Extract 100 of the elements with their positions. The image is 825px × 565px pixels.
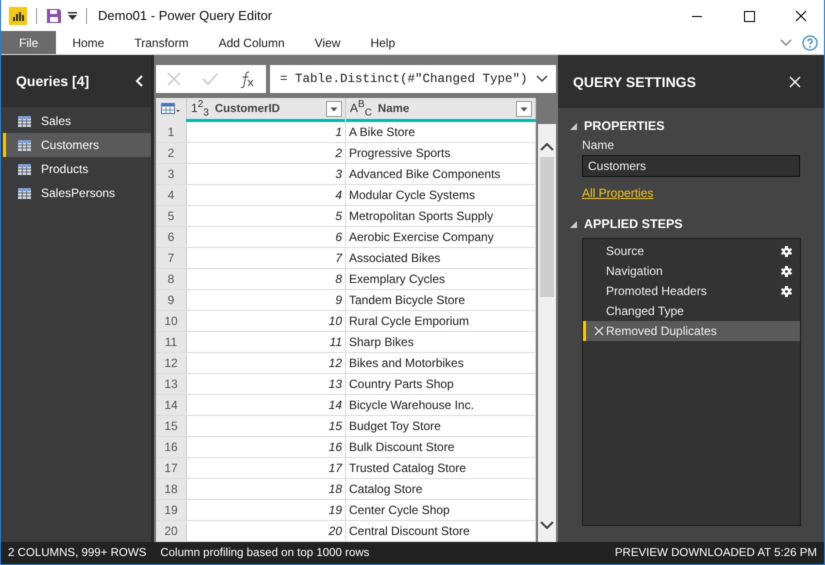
status-text: Column profiling based on top 1000 rows	[160, 547, 370, 559]
row-number: 5	[156, 206, 187, 226]
menu-tab[interactable]: Help	[356, 31, 410, 54]
table-cell: Metropolitan Sports Supply	[346, 206, 536, 226]
name-field[interactable]: Customers	[582, 155, 800, 177]
table-cell: 5	[187, 206, 346, 226]
window-title: Demo01 - Power Query Editor	[98, 8, 272, 23]
step-item[interactable]: Source	[583, 241, 800, 261]
row-number: 11	[156, 332, 187, 352]
table-cell: 15	[187, 416, 346, 436]
step-item[interactable]: Changed Type	[583, 301, 800, 321]
table-cell: Budget Toy Store	[346, 416, 536, 436]
step-item[interactable]: Navigation	[583, 261, 800, 281]
row-number: 1	[156, 122, 187, 142]
table-icon	[18, 188, 31, 198]
menu-tab[interactable]: View	[300, 31, 354, 54]
filter-dropdown-icon[interactable]	[516, 100, 532, 116]
field-label: Name	[582, 138, 614, 152]
collapse-triangle-icon[interactable]	[570, 122, 577, 130]
table-cell: 4	[187, 185, 346, 205]
query-item[interactable]: Customers	[3, 133, 151, 157]
row-number: 8	[156, 269, 187, 289]
table-icon	[161, 103, 181, 114]
step-item[interactable]: Removed Duplicates	[583, 321, 800, 341]
row-number: 17	[156, 458, 187, 478]
table-cell: Trusted Catalog Store	[346, 458, 536, 478]
formula-field[interactable]: = Table.Distinct(#"Changed Type")	[270, 65, 556, 93]
scroll-up-icon[interactable]	[540, 142, 554, 151]
chevron-down-icon[interactable]	[536, 75, 548, 83]
row-number: 20	[156, 521, 187, 541]
delete-icon[interactable]	[594, 326, 604, 336]
filter-dropdown-icon[interactable]	[326, 100, 342, 116]
row-number: 10	[156, 311, 187, 331]
check-icon[interactable]	[202, 73, 218, 85]
row-number: 12	[156, 353, 187, 373]
query-item[interactable]: SalesPersons	[3, 181, 151, 205]
table-cell: Bulk Discount Store	[346, 437, 536, 457]
scroll-down-icon[interactable]	[540, 521, 554, 530]
step-item[interactable]: Promoted Headers	[583, 281, 800, 301]
row-number: 9	[156, 290, 187, 310]
row-number: 6	[156, 227, 187, 247]
all-properties-link[interactable]: All Properties	[582, 186, 654, 200]
menu-tab[interactable]: Add Column	[204, 31, 299, 54]
query-item[interactable]: Sales	[3, 109, 151, 133]
table-cell: Tandem Bicycle Store	[346, 290, 536, 310]
close-icon[interactable]	[789, 76, 801, 88]
table-cell: Bikes and Motorbikes	[346, 353, 536, 373]
collapse-triangle-icon[interactable]	[570, 220, 577, 228]
table-cell: 1	[187, 122, 346, 142]
menu-tab[interactable]: File	[1, 31, 56, 54]
table-icon	[18, 164, 31, 174]
table-cell: 10	[187, 311, 346, 331]
table-cell: Sharp Bikes	[346, 332, 536, 352]
row-number: 16	[156, 437, 187, 457]
table-cell: Associated Bikes	[346, 248, 536, 268]
table-cell: A Bike Store	[346, 122, 536, 142]
table-cell: Country Parts Shop	[346, 374, 536, 394]
table-icon	[18, 116, 31, 126]
table-cell: 14	[187, 395, 346, 415]
collapse-chevron-icon[interactable]	[135, 75, 143, 87]
table-cell: Center Cycle Shop	[346, 500, 536, 520]
row-number: 2	[156, 143, 187, 163]
status-text: 2 COLUMNS, 999+ ROWS	[8, 547, 146, 559]
table-cell: 19	[187, 500, 346, 520]
menu-tab[interactable]: Home	[58, 31, 118, 54]
query-item[interactable]: Products	[3, 157, 151, 181]
table-cell: 20	[187, 521, 346, 541]
gear-icon[interactable]	[781, 286, 792, 296]
table-cell: 9	[187, 290, 346, 310]
save-icon[interactable]	[46, 8, 62, 24]
table-cell: 13	[187, 374, 346, 394]
row-number: 7	[156, 248, 187, 268]
queries-title: Queries [4]	[16, 73, 90, 89]
dropdown-caret-icon[interactable]	[68, 12, 77, 20]
table-cell: Modular Cycle Systems	[346, 185, 536, 205]
section-heading: PROPERTIES	[584, 119, 665, 133]
menu-tab[interactable]: Transform	[120, 31, 203, 54]
table-cell: 17	[187, 458, 346, 478]
scrollbar[interactable]	[538, 124, 556, 544]
row-number: 13	[156, 374, 187, 394]
table-cell: Progressive Sports	[346, 143, 536, 163]
status-text: PREVIEW DOWNLOADED AT 5:26 PM	[614, 547, 817, 559]
table-cell: Catalog Store	[346, 479, 536, 499]
gear-icon[interactable]	[781, 246, 792, 256]
row-number: 19	[156, 500, 187, 520]
row-number: 4	[156, 185, 187, 205]
help-icon[interactable]	[802, 34, 818, 50]
table-cell: 18	[187, 479, 346, 499]
table-icon	[18, 140, 31, 150]
table-cell: 6	[187, 227, 346, 247]
table-cell: 12	[187, 353, 346, 373]
table-cell: 7	[187, 248, 346, 268]
app-logo-icon	[9, 6, 27, 24]
panel-title: QUERY SETTINGS	[573, 74, 696, 90]
gear-icon[interactable]	[781, 266, 792, 276]
table-cell: Bicycle Warehouse Inc.	[346, 395, 536, 415]
table-cell: Aerobic Exercise Company	[346, 227, 536, 247]
table-cell: Advanced Bike Components	[346, 164, 536, 184]
function-icon[interactable]	[239, 70, 256, 88]
row-number: 3	[156, 164, 187, 184]
